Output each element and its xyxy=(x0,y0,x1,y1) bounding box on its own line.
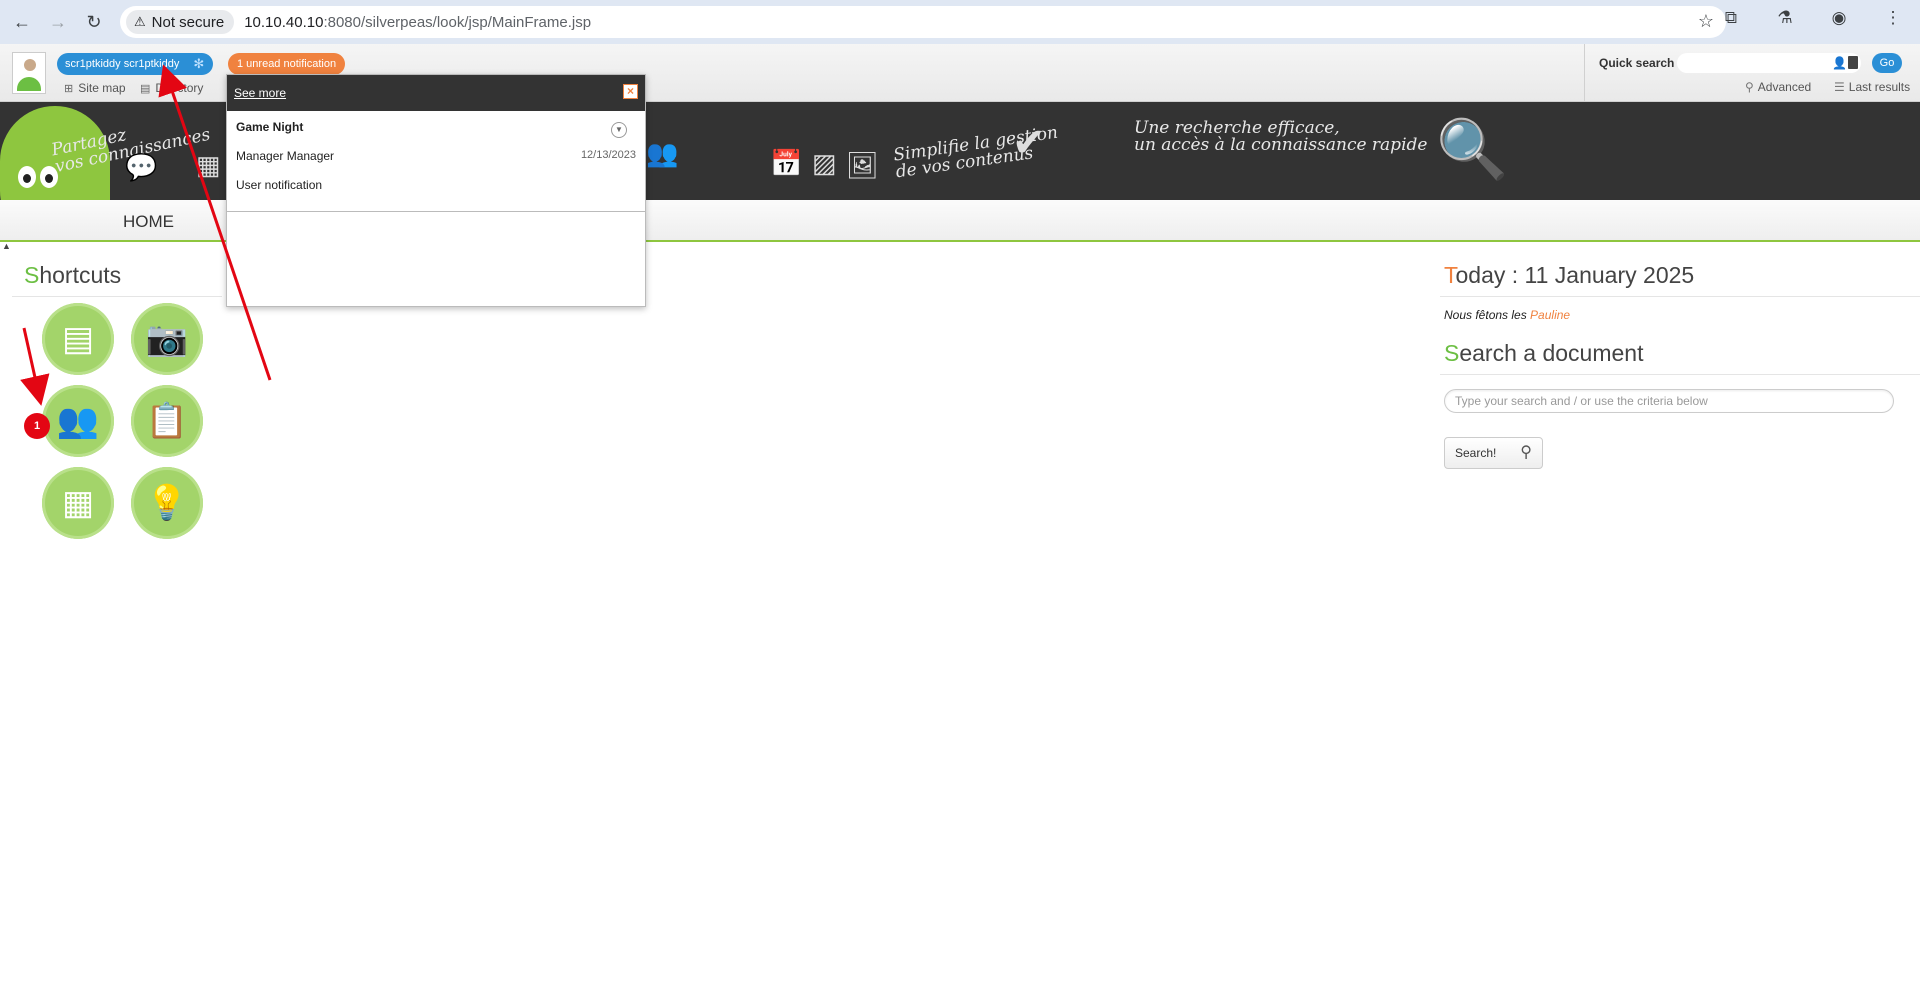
directory-icon: ▤ xyxy=(140,82,151,95)
document-filter-icon[interactable] xyxy=(1848,56,1858,69)
notification-date: 12/13/2023 xyxy=(580,149,636,161)
calendar-icon: 📅 xyxy=(770,148,803,178)
chevron-down-icon[interactable]: ▼ xyxy=(611,122,627,138)
url-host: 10.10.40.10 xyxy=(244,13,324,31)
annotation-arrow-shortcut xyxy=(20,327,50,406)
directory-link[interactable]: ▤ Directory xyxy=(140,81,203,95)
url-text: 10.10.40.10:8080/silverpeas/look/jsp/Mai… xyxy=(244,14,591,31)
avatar[interactable] xyxy=(12,52,46,94)
advanced-label: Advanced xyxy=(1757,80,1812,94)
last-results-link[interactable]: ☰ Last results xyxy=(1834,80,1910,94)
banner-slogan-search: Une recherche efficace, un accès à la co… xyxy=(1134,118,1428,155)
search-button-label: Search! xyxy=(1455,446,1497,460)
document-search-input[interactable]: Type your search and / or use the criter… xyxy=(1444,389,1894,413)
back-icon[interactable]: ← xyxy=(8,8,36,36)
reload-icon[interactable]: ↻ xyxy=(80,8,108,36)
image-icon: 🖼 xyxy=(846,150,880,180)
search-plus-icon: ⚲ xyxy=(1745,80,1754,94)
url-path: :8080/silverpeas/look/jsp/MainFrame.jsp xyxy=(323,13,592,31)
user-filter-icon[interactable]: 👤 xyxy=(1832,56,1847,70)
labs-icon[interactable]: ⚗ xyxy=(1758,8,1812,28)
people-icon: 👥 xyxy=(646,138,679,168)
magnifier-list-icon: 🔍 xyxy=(1436,117,1509,182)
close-icon[interactable]: × xyxy=(623,84,638,99)
books-icon[interactable]: ▤ xyxy=(42,303,114,375)
extensions-icon[interactable]: ⧉ xyxy=(1704,8,1758,28)
group-icon[interactable]: 👥 xyxy=(42,385,114,457)
quick-search: Quick search 👤 Go ⚲ Advanced ☰ Last resu… xyxy=(1584,44,1920,102)
warning-icon: ⚠ xyxy=(134,14,146,29)
document-icon: ▨ xyxy=(812,148,837,178)
calendar-building-icon[interactable]: ▦ xyxy=(42,467,114,539)
search-icon: ⚲ xyxy=(1520,444,1532,461)
lightbulb-icon[interactable]: 💡 xyxy=(131,467,203,539)
last-results-label: Last results xyxy=(1848,80,1911,94)
notification-type: User notification xyxy=(236,178,323,192)
user-name: scr1ptkiddy scr1ptkiddy xyxy=(65,58,180,70)
nav-home-link[interactable]: HOME xyxy=(123,212,174,232)
today-title: Today : 11 January 2025 xyxy=(1444,262,1695,288)
address-bar[interactable]: ⚠ Not secure 10.10.40.10:8080/silverpeas… xyxy=(120,6,1726,38)
checkmark-icon: ✔ xyxy=(1012,121,1046,165)
camera-icon[interactable]: 📷 xyxy=(131,303,203,375)
clipboard-icon[interactable]: 📋 xyxy=(131,385,203,457)
security-label: Not secure xyxy=(151,13,225,31)
security-chip[interactable]: ⚠ Not secure xyxy=(126,10,235,34)
quick-search-label: Quick search xyxy=(1599,56,1675,70)
see-more-link[interactable]: See more xyxy=(234,86,286,100)
notification-sender: Manager Manager xyxy=(236,149,335,163)
go-button[interactable]: Go xyxy=(1872,53,1902,73)
name-day-text: Nous fêtons les Pauline xyxy=(1444,308,1571,322)
browser-toolbar: ← → ↻ ⚠ Not secure 10.10.40.10:8080/silv… xyxy=(0,0,1920,44)
document-search-button[interactable]: Search! ⚲ xyxy=(1444,437,1543,469)
site-map-label: Site map xyxy=(78,81,126,95)
list-icon: ☰ xyxy=(1834,80,1845,94)
sitemap-icon: ⊞ xyxy=(64,82,74,95)
speech-bubbles-icon: 💬 xyxy=(125,152,158,182)
shortcuts-title: Shortcuts xyxy=(24,262,122,288)
advanced-search-link[interactable]: ⚲ Advanced xyxy=(1745,80,1811,94)
user-menu-button[interactable]: scr1ptkiddy scr1ptkiddy ✻ xyxy=(57,53,214,75)
notification-popup: See more × Game Night ▼ Manager Manager … xyxy=(226,74,646,307)
popup-header: See more × xyxy=(227,75,645,111)
notification-button[interactable]: 1 unread notification xyxy=(228,53,346,75)
menu-icon[interactable]: ⋮ xyxy=(1866,8,1920,28)
browser-actions: ⧉ ⚗ ◉ ⋮ xyxy=(1704,8,1920,28)
directory-label: Directory xyxy=(155,81,204,95)
document-search-title: Search a document xyxy=(1444,340,1644,366)
annotation-badge: 1 xyxy=(24,413,50,439)
collapse-arrow-icon[interactable]: ▲ xyxy=(2,241,11,251)
notification-title[interactable]: Game Night xyxy=(236,120,303,134)
gear-icon[interactable]: ✻ xyxy=(193,53,204,75)
name-day-name[interactable]: Pauline xyxy=(1530,308,1570,322)
site-map-link[interactable]: ⊞ Site map xyxy=(64,81,126,95)
chalkboard-icon: ▦ xyxy=(196,150,221,180)
forward-icon[interactable]: → xyxy=(44,8,72,36)
profile-icon[interactable]: ◉ xyxy=(1812,8,1866,28)
